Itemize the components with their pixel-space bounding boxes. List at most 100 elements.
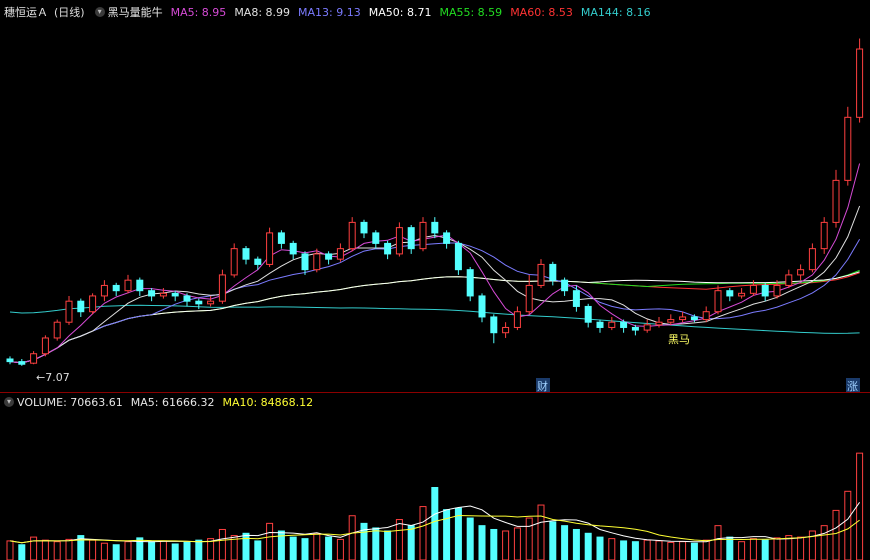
candle-body [714, 290, 722, 313]
signal-label: 黑马 [668, 333, 690, 346]
candle-body [325, 253, 333, 260]
candle-body [631, 326, 639, 331]
candle-body [620, 321, 628, 328]
volume-header: ▾ VOLUME: 70663.61 MA5: 61666.32 MA10: 8… [0, 393, 321, 411]
ma-line-144 [9, 304, 860, 334]
volume-bar [702, 539, 710, 560]
candle-body [572, 290, 580, 307]
volume-bar [18, 544, 26, 560]
volume-bar [336, 538, 344, 560]
candle-body [667, 319, 675, 323]
candle-body [702, 311, 710, 321]
candle-body [844, 116, 852, 181]
candle-body [384, 242, 392, 255]
candle-body [785, 274, 793, 286]
candle-body [336, 248, 344, 260]
volume-bar [348, 515, 356, 560]
volume-bar [714, 525, 722, 560]
volume-bar [443, 509, 451, 560]
candle-body [30, 353, 38, 364]
candle-body [41, 337, 49, 355]
candle-body [171, 292, 179, 297]
candle-body [690, 316, 698, 321]
volume-bar [643, 539, 651, 560]
candle-body [761, 284, 769, 297]
candle-body [207, 300, 215, 305]
candle-body [301, 253, 309, 271]
ma-line-13 [9, 238, 861, 364]
volume-bar [596, 536, 604, 560]
candle-body [419, 221, 427, 250]
volume-ma10-label: MA10: 84868.12 [222, 395, 314, 409]
candle-body [454, 242, 462, 271]
candle-body [643, 324, 651, 331]
candle-body [254, 258, 262, 265]
volume-bar [797, 536, 805, 560]
candle-body [856, 48, 864, 118]
volume-bar [690, 542, 698, 560]
ma-line-5 [9, 163, 861, 364]
volume-bar [6, 540, 14, 560]
candle-body [608, 321, 616, 328]
volume-bar [856, 452, 864, 560]
candle-body [6, 358, 14, 363]
candle-body [820, 221, 828, 250]
volume-bar [478, 525, 486, 560]
candle-body [218, 274, 226, 302]
candle-body [89, 295, 97, 313]
volume-bar [395, 519, 403, 560]
volume-bar [183, 541, 191, 560]
volume-ma5-label: MA5: 61666.32 [130, 395, 215, 409]
volume-bar [584, 532, 592, 560]
volume-bar [301, 538, 309, 560]
volume-bar [490, 528, 498, 560]
volume-bar [549, 521, 557, 560]
volume-bar [525, 517, 533, 560]
volume-bar [466, 517, 474, 560]
volume-bar [844, 490, 852, 560]
volume-bar [159, 540, 167, 560]
volume-chart[interactable] [0, 413, 870, 560]
volume-bar [384, 530, 392, 560]
candle-body [313, 253, 321, 271]
volume-bar [761, 539, 769, 560]
volume-bar [407, 525, 415, 560]
limit-up-marker: 涨 [847, 380, 858, 392]
candle-body [395, 227, 403, 255]
volume-bar [266, 522, 274, 560]
volume-bar [325, 536, 333, 560]
candle-body [100, 284, 108, 297]
candle-body [230, 248, 238, 276]
candle-body [242, 248, 250, 260]
volume-bar [289, 536, 297, 560]
candle-body [53, 321, 61, 339]
candle-body [478, 295, 486, 318]
candle-body [195, 300, 203, 305]
candle-body [18, 361, 26, 365]
volume-bar [313, 533, 321, 560]
candle-body [372, 232, 380, 244]
candle-body [431, 221, 439, 234]
volume-bar [832, 509, 840, 560]
volume-bar [620, 540, 628, 560]
candle-body [65, 300, 73, 323]
volume-bar [53, 541, 61, 560]
volume-bar [171, 543, 179, 560]
candle-body [490, 316, 498, 334]
candle-body [596, 321, 604, 328]
candle-body [266, 232, 274, 265]
candle-body [738, 292, 746, 297]
volume-bar [561, 525, 569, 560]
chevron-down-icon[interactable]: ▾ [4, 397, 14, 407]
volume-bar [360, 522, 368, 560]
candle-body [808, 248, 816, 271]
candle-body [525, 284, 533, 313]
volume-bar [820, 525, 828, 560]
price-chart[interactable]: ←7.07 黑马财 涨 [0, 0, 870, 392]
volume-bar [655, 540, 663, 560]
volume-bar [195, 539, 203, 560]
candle-body [749, 284, 757, 294]
candle-body [159, 292, 167, 297]
candle-body [797, 269, 805, 276]
volume-bar [419, 506, 427, 560]
